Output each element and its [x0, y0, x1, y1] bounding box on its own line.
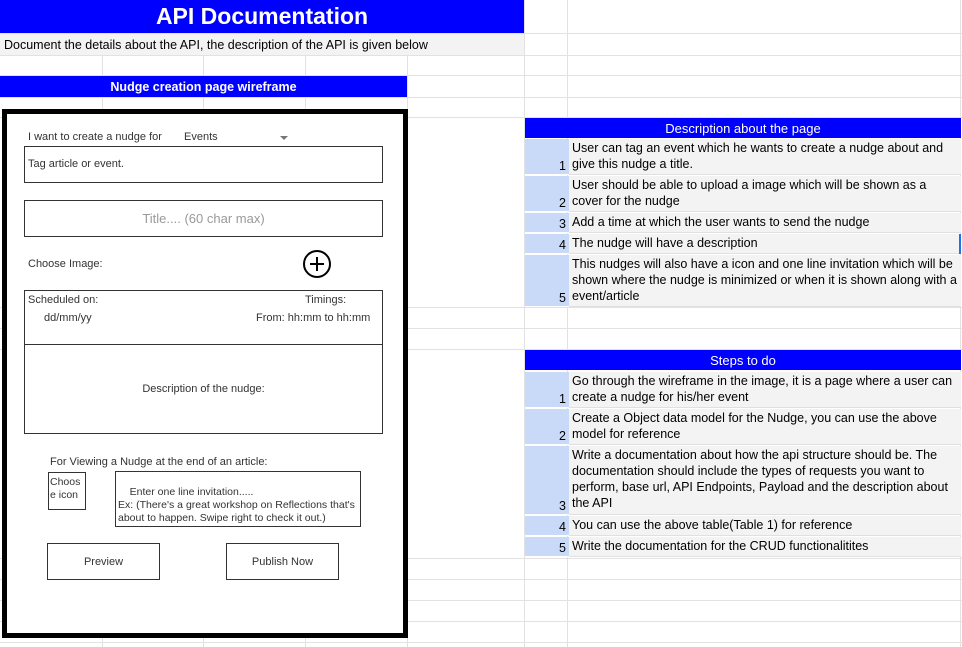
- grid-line: [0, 55, 962, 56]
- title-field: Title.... (60 char max): [24, 200, 383, 237]
- grid-line: [0, 97, 962, 98]
- preview-button: Preview: [47, 543, 160, 580]
- time-range: From: hh:mm to hh:mm: [256, 312, 371, 324]
- table-row[interactable]: 1 User can tag an event which he wants t…: [525, 139, 961, 175]
- table-row[interactable]: 2 Create a Object data model for the Nud…: [525, 409, 961, 445]
- choose-icon-label: Choos e icon: [50, 476, 81, 501]
- row-number: 5: [525, 537, 569, 557]
- row-number: 4: [525, 516, 569, 536]
- invitation-box: Enter one line invitation..... Ex: (Ther…: [115, 471, 361, 527]
- nudge-type-select: Events: [184, 131, 218, 143]
- row-text: Go through the wireframe in the image, i…: [569, 372, 961, 408]
- table-row[interactable]: 2 User should be able to upload a image …: [525, 176, 961, 212]
- table-row[interactable]: 4 You can use the above table(Table 1) f…: [525, 516, 961, 536]
- table-row[interactable]: 4 The nudge will have a description: [525, 234, 961, 254]
- table-row[interactable]: 5 Write the documentation for the CRUD f…: [525, 537, 961, 557]
- description-box: Description of the nudge:: [24, 344, 383, 434]
- tag-field: Tag article or event.: [24, 146, 383, 183]
- wireframe-image[interactable]: I want to create a nudge for Events Tag …: [2, 109, 408, 638]
- table-row[interactable]: 3 Add a time at which the user wants to …: [525, 213, 961, 233]
- table-row[interactable]: 5 This nudges will also have a icon and …: [525, 255, 961, 307]
- row-text: This nudges will also have a icon and on…: [569, 255, 961, 307]
- publish-now-button: Publish Now: [226, 543, 339, 580]
- row-number: 1: [525, 372, 569, 408]
- steps-table-header[interactable]: Steps to do: [525, 350, 961, 370]
- create-nudge-label: I want to create a nudge for: [28, 131, 162, 143]
- row-number: 4: [525, 234, 569, 254]
- choose-icon-box: Choos e icon: [48, 472, 86, 510]
- table-row[interactable]: 1 Go through the wireframe in the image,…: [525, 372, 961, 408]
- add-image-icon: [303, 250, 331, 278]
- choose-image-label: Choose Image:: [28, 258, 103, 270]
- tag-placeholder: Tag article or event.: [28, 158, 124, 170]
- row-text: You can use the above table(Table 1) for…: [569, 516, 961, 536]
- timings-label: Timings:: [305, 294, 347, 306]
- description-label: Description of the nudge:: [142, 383, 265, 395]
- scheduled-label: Scheduled on:: [28, 294, 99, 306]
- viewing-label: For Viewing a Nudge at the end of an art…: [50, 456, 268, 468]
- row-number: 1: [525, 139, 569, 175]
- row-number: 2: [525, 409, 569, 445]
- page-subtitle[interactable]: Document the details about the API, the …: [0, 34, 524, 55]
- row-number: 3: [525, 446, 569, 515]
- page-title[interactable]: API Documentation: [0, 0, 524, 33]
- row-text: Write a documentation about how the api …: [569, 446, 961, 515]
- row-number: 2: [525, 176, 569, 212]
- invitation-text: Enter one line invitation..... Ex: (Ther…: [118, 486, 355, 524]
- chevron-down-icon: [280, 136, 288, 140]
- date-placeholder: dd/mm/yy: [44, 312, 92, 324]
- row-text: Create a Object data model for the Nudge…: [569, 409, 961, 445]
- row-text: User can tag an event which he wants to …: [569, 139, 961, 175]
- table-row[interactable]: 3 Write a documentation about how the ap…: [525, 446, 961, 515]
- row-text: User should be able to upload a image wh…: [569, 176, 961, 212]
- row-number: 3: [525, 213, 569, 233]
- grid-line: [0, 642, 962, 643]
- row-text: Add a time at which the user wants to se…: [569, 213, 961, 233]
- schedule-box: Scheduled on: dd/mm/yy Timings: From: hh…: [24, 290, 383, 345]
- title-placeholder: Title.... (60 char max): [142, 211, 265, 226]
- row-number: 5: [525, 255, 569, 307]
- wireframe-header[interactable]: Nudge creation page wireframe: [0, 76, 407, 97]
- cell-selection-marker: [959, 234, 961, 254]
- description-table-header[interactable]: Description about the page: [525, 118, 961, 138]
- row-text: Write the documentation for the CRUD fun…: [569, 537, 961, 557]
- row-text: The nudge will have a description: [569, 234, 961, 254]
